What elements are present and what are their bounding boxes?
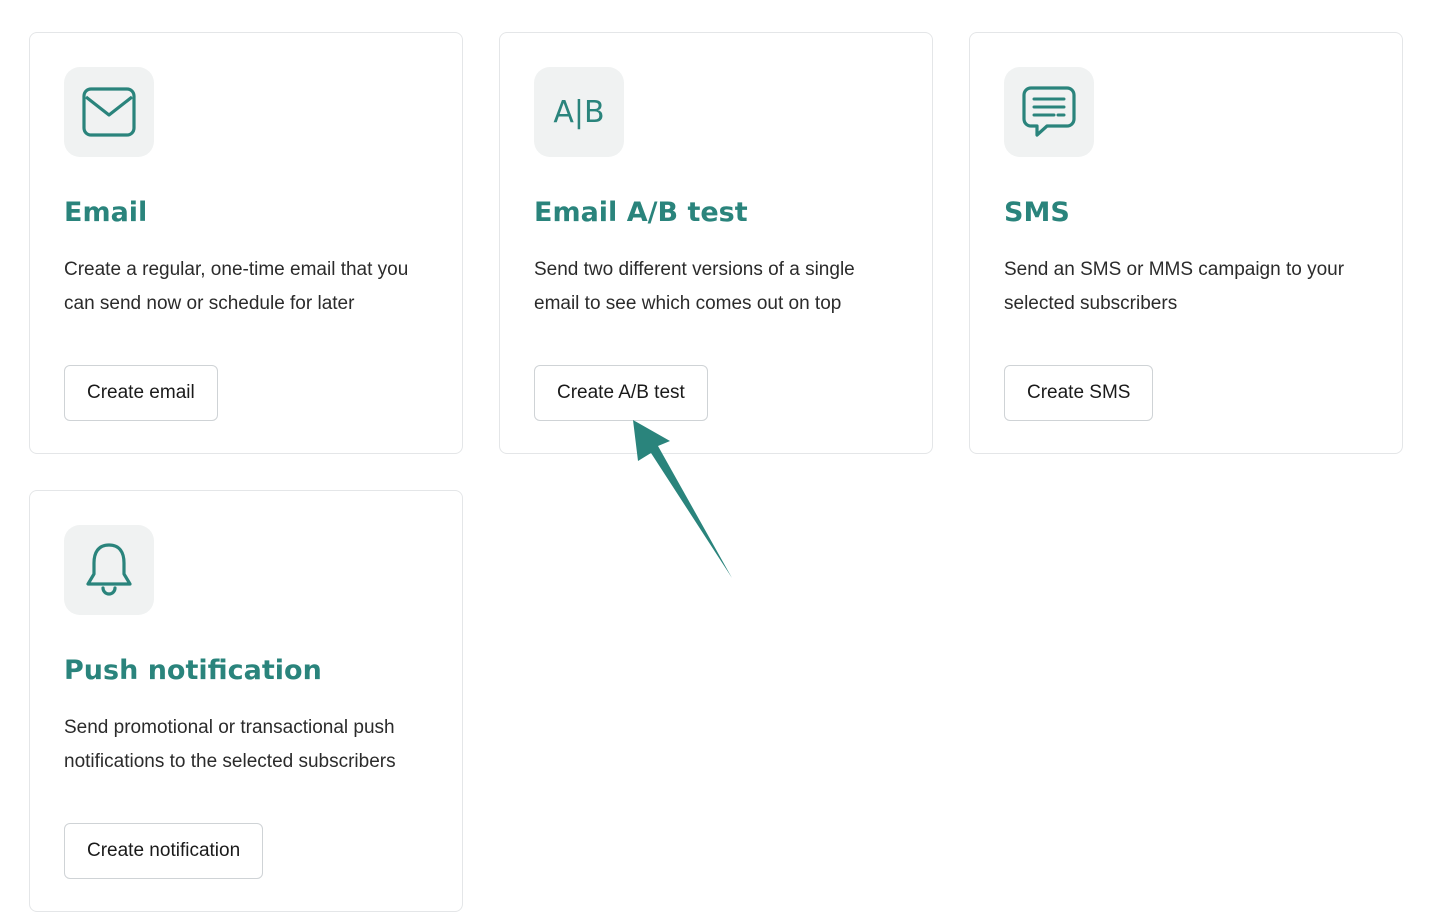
card-description: Send two different versions of a single …	[534, 259, 855, 314]
sms-card: SMS Send an SMS or MMS campaign to your …	[969, 32, 1403, 454]
card-title: SMS	[1004, 197, 1070, 228]
card-description: Send an SMS or MMS campaign to your sele…	[1004, 259, 1345, 314]
push-notification-card: Push notification Send promotional or tr…	[29, 490, 463, 912]
card-title: Email A/B test	[534, 197, 748, 228]
create-email-button[interactable]: Create email	[64, 365, 218, 421]
card-description: Send promotional or transactional push n…	[64, 717, 396, 772]
bell-icon	[64, 525, 154, 615]
create-notification-button[interactable]: Create notification	[64, 823, 264, 879]
chat-bubble-icon	[1004, 67, 1094, 157]
card-description: Create a regular, one-time email that yo…	[64, 259, 409, 314]
email-card: Email Create a regular, one-time email t…	[29, 32, 463, 454]
ab-icon-text: A|B	[553, 94, 605, 130]
card-title: Email	[64, 197, 148, 228]
card-title: Push notification	[64, 655, 322, 686]
email-ab-test-card: A|B Email A/B test Send two different ve…	[499, 32, 933, 454]
ab-test-icon: A|B	[534, 67, 624, 157]
envelope-icon	[64, 67, 154, 157]
create-sms-button[interactable]: Create SMS	[1004, 365, 1154, 421]
create-ab-test-button[interactable]: Create A/B test	[534, 365, 708, 421]
